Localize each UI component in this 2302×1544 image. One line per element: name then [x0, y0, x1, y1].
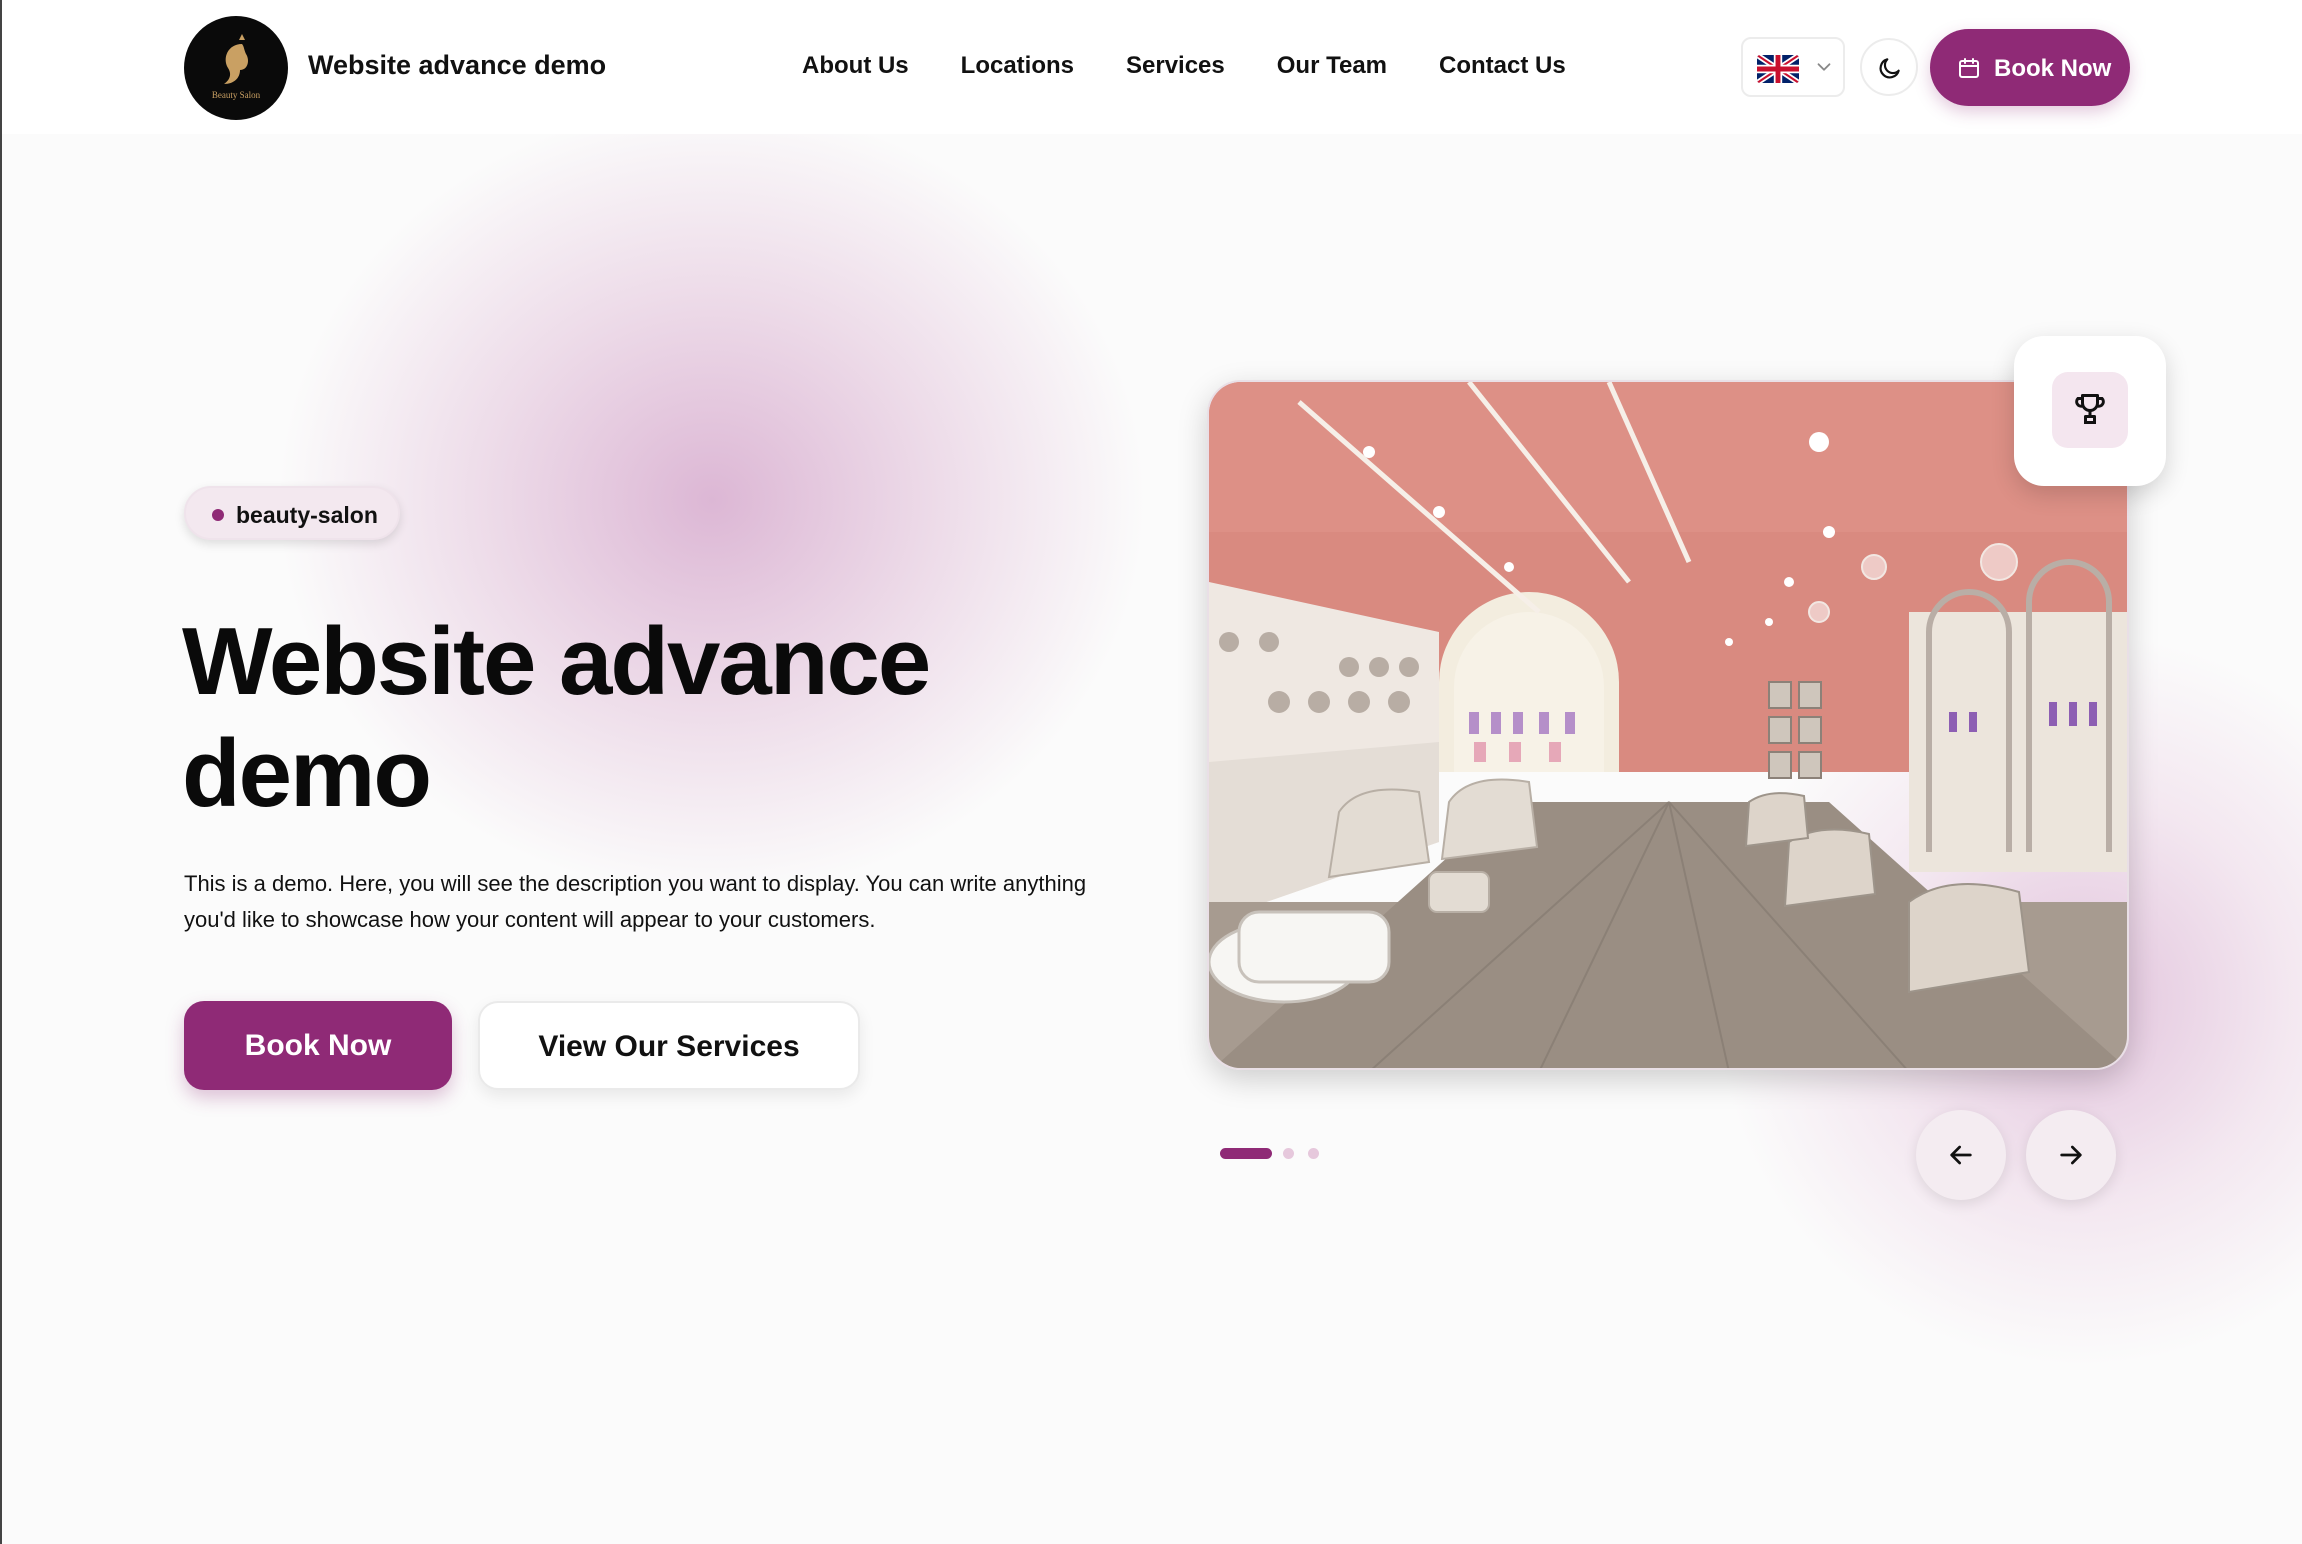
category-badge: beauty-salon	[184, 486, 400, 540]
book-now-label: Book Now	[244, 1029, 392, 1062]
book-now-header-button[interactable]: Book Now	[1930, 29, 2130, 106]
header: Beauty Salon Website advance demo About …	[2, 0, 2302, 134]
book-now-button[interactable]: Book Now	[184, 1001, 452, 1090]
page: Beauty Salon Website advance demo About …	[0, 0, 2302, 1544]
nav-contact-us[interactable]: Contact Us	[1439, 52, 1566, 80]
nav-services[interactable]: Services	[1126, 52, 1225, 80]
carousel-dot[interactable]	[1283, 1148, 1294, 1159]
logo[interactable]: Beauty Salon	[184, 16, 288, 120]
carousel-prev-button[interactable]	[1916, 1110, 2006, 1200]
theme-toggle-button[interactable]	[1860, 38, 1918, 96]
arrow-left-icon	[1950, 1145, 1972, 1165]
arrow-right-icon	[2060, 1145, 2082, 1165]
moon-icon	[1879, 58, 1900, 79]
uk-flag-icon	[1757, 55, 1799, 83]
carousel-salon-image	[1207, 380, 2129, 1070]
badge-dot	[212, 509, 224, 521]
view-services-label: View Our Services	[538, 1030, 800, 1063]
logo-text: Beauty Salon	[212, 90, 261, 100]
view-services-button[interactable]: View Our Services	[478, 1001, 860, 1090]
award-card	[2014, 336, 2166, 486]
award-icon-container	[2052, 372, 2128, 448]
chevron-down-icon	[1817, 63, 1831, 71]
nav-locations[interactable]: Locations	[961, 52, 1074, 80]
hero-title: Website advance demo	[182, 608, 931, 827]
nav-our-team[interactable]: Our Team	[1277, 52, 1387, 80]
hero-description: This is a demo. Here, you will see the d…	[184, 871, 1087, 932]
nav-about-us[interactable]: About Us	[802, 52, 909, 80]
language-selector[interactable]	[1741, 37, 1845, 97]
carousel-dot-active[interactable]	[1220, 1148, 1272, 1159]
calendar-icon	[1959, 58, 1979, 78]
badge-label: beauty-salon	[236, 502, 378, 528]
brand-name[interactable]: Website advance demo	[308, 50, 606, 81]
carousel-next-button[interactable]	[2026, 1110, 2116, 1200]
main-nav: About Us Locations Services Our Team Con…	[802, 52, 1566, 80]
carousel-dot[interactable]	[1308, 1148, 1319, 1159]
book-now-header-label: Book Now	[1994, 55, 2112, 82]
trophy-icon	[2075, 394, 2105, 424]
